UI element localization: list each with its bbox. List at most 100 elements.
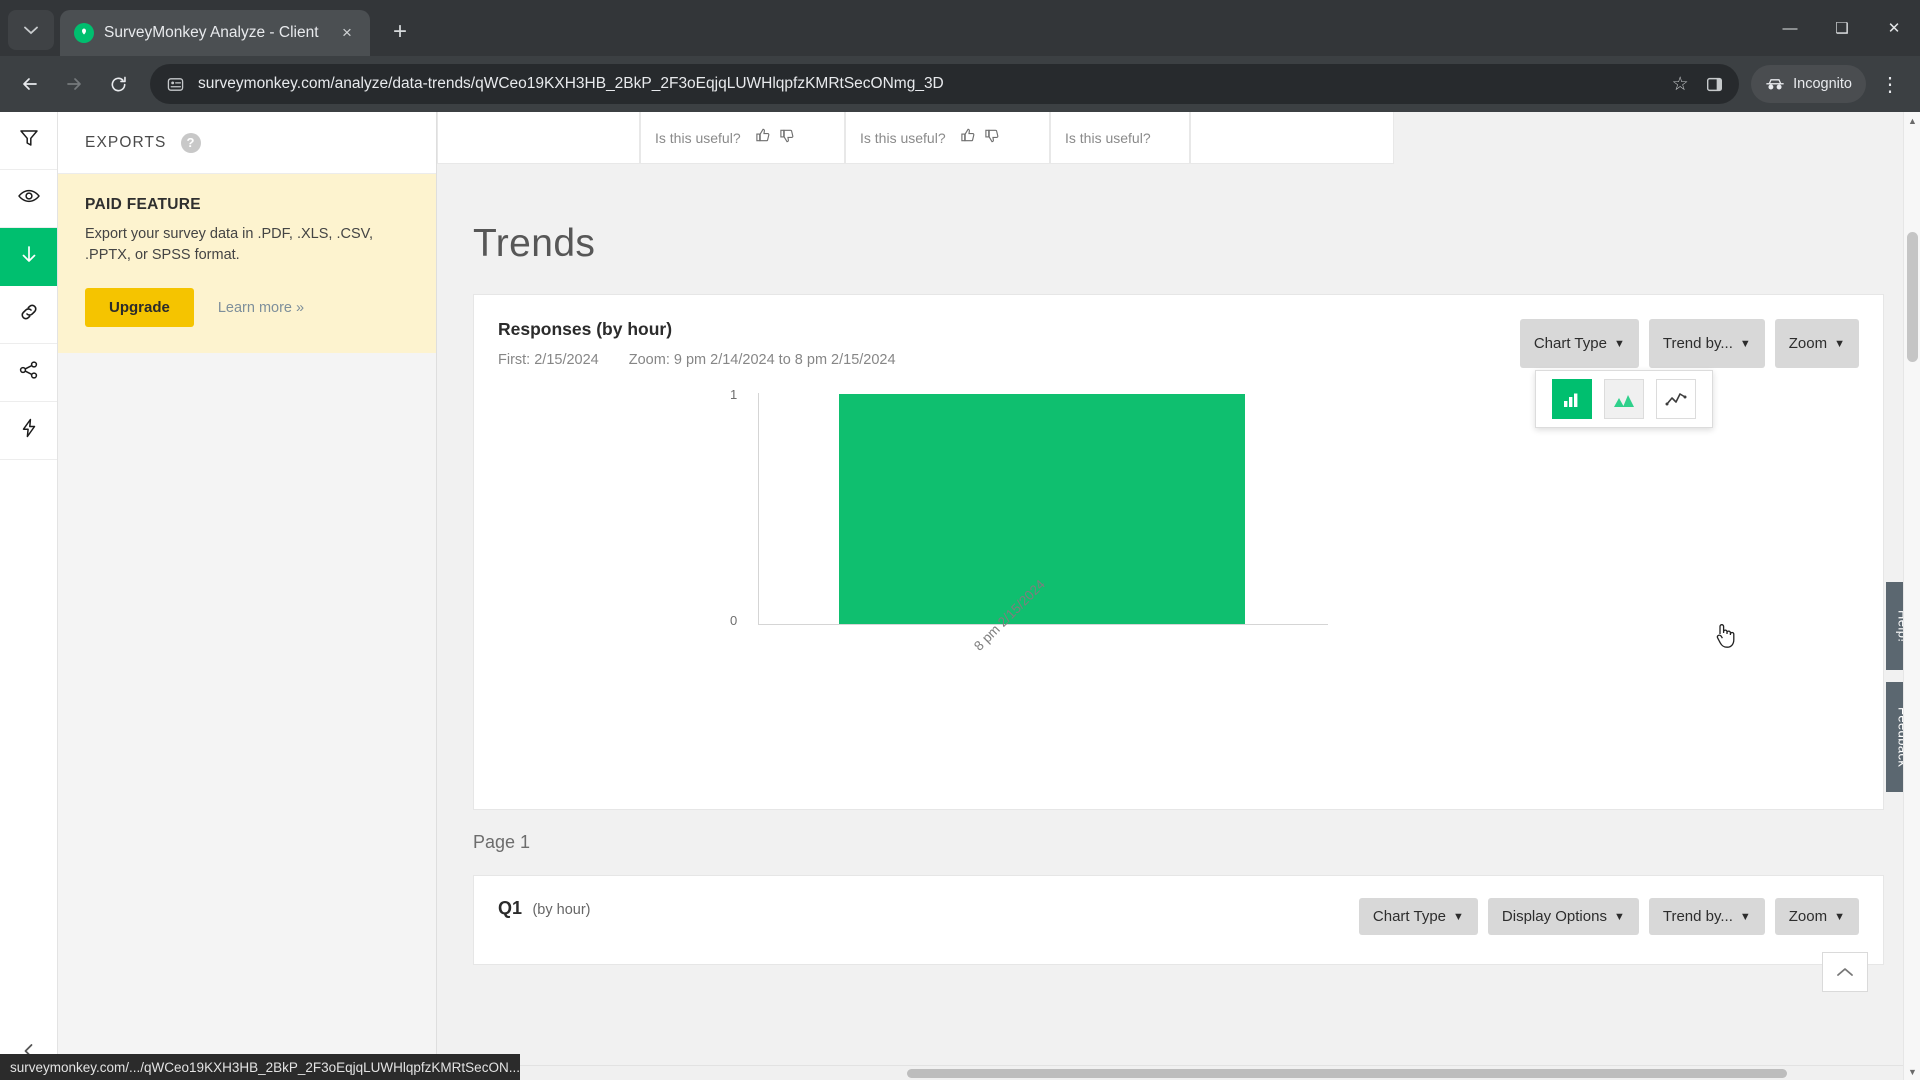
x-axis-line bbox=[758, 624, 1328, 625]
left-icon-rail bbox=[0, 112, 58, 1080]
y-axis-line bbox=[758, 393, 759, 624]
horizontal-scrollbar[interactable] bbox=[437, 1065, 1903, 1080]
rail-item-exports[interactable] bbox=[0, 228, 57, 286]
question-label: Q1 bbox=[498, 898, 523, 918]
chart-type-popup bbox=[1535, 370, 1713, 428]
chart-type-button[interactable]: Chart Type ▼ bbox=[1519, 319, 1639, 368]
main-content: Is this useful? Is this useful? Is this … bbox=[437, 112, 1920, 1080]
chart-first-label: First: 2/15/2024 bbox=[498, 352, 599, 368]
mouse-cursor-icon bbox=[1712, 621, 1738, 658]
incognito-icon bbox=[1766, 79, 1784, 90]
zoom-button[interactable]: Zoom ▼ bbox=[1774, 319, 1859, 368]
link-icon bbox=[18, 301, 40, 328]
chart-title: Responses (by hour) bbox=[498, 319, 673, 339]
question-chart-type-button[interactable]: Chart Type ▼ bbox=[1358, 898, 1478, 935]
incognito-indicator[interactable]: Incognito bbox=[1751, 65, 1866, 103]
question-zoom-label: Zoom bbox=[1788, 908, 1828, 925]
rail-item-filter[interactable] bbox=[0, 112, 57, 170]
useful-card: Is this useful? bbox=[1050, 112, 1190, 164]
chevron-down-icon: ▼ bbox=[1613, 337, 1625, 350]
chart-subtitle: First: 2/15/2024 Zoom: 9 pm 2/14/2024 to… bbox=[498, 352, 896, 368]
trends-chart-card: Responses (by hour) First: 2/15/2024 Zoo… bbox=[473, 294, 1884, 810]
chart-plot-area: 1 0 8 pm 2/15/2024 bbox=[474, 387, 1883, 809]
vertical-scrollbar[interactable]: ▲ ▼ bbox=[1903, 112, 1920, 1080]
chevron-down-icon: ▼ bbox=[1453, 910, 1464, 923]
panel-title: EXPORTS bbox=[85, 133, 167, 151]
site-settings-icon[interactable] bbox=[164, 73, 186, 95]
thumbs-up-icon[interactable] bbox=[960, 127, 977, 149]
upgrade-button[interactable]: Upgrade bbox=[85, 288, 194, 328]
thumbs-down-icon[interactable] bbox=[779, 127, 796, 149]
chevron-down-icon: ▼ bbox=[1834, 910, 1845, 923]
address-bar[interactable]: surveymonkey.com/analyze/data-trends/qWC… bbox=[150, 64, 1740, 104]
browser-tab[interactable]: SurveyMonkey Analyze - Client × bbox=[60, 10, 370, 56]
scroll-to-top-button[interactable] bbox=[1822, 952, 1868, 992]
horizontal-scroll-thumb[interactable] bbox=[907, 1069, 1787, 1078]
minimize-button[interactable]: — bbox=[1764, 0, 1816, 56]
exports-panel: EXPORTS ? PAID FEATURE Export your surve… bbox=[58, 112, 437, 1080]
useful-thumbs bbox=[755, 127, 796, 149]
reload-icon[interactable] bbox=[98, 64, 138, 104]
chart-type-option-line[interactable] bbox=[1656, 379, 1696, 419]
new-tab-button[interactable]: + bbox=[382, 14, 418, 50]
chart-type-option-area[interactable] bbox=[1604, 379, 1644, 419]
chart-controls: Chart Type ▼ Trend by... ▼ Zoom ▼ bbox=[1519, 319, 1859, 368]
side-panel-icon[interactable] bbox=[1703, 73, 1725, 95]
rail-item-integrations[interactable] bbox=[0, 402, 57, 460]
scroll-down-arrow-icon[interactable]: ▼ bbox=[1904, 1063, 1920, 1080]
question-display-options-button[interactable]: Display Options ▼ bbox=[1487, 898, 1639, 935]
useful-prompt: Is this useful? bbox=[1065, 129, 1151, 146]
eye-icon bbox=[17, 185, 41, 212]
rail-item-show-hide[interactable] bbox=[0, 170, 57, 228]
vertical-scroll-thumb[interactable] bbox=[1907, 232, 1918, 362]
forward-icon[interactable] bbox=[54, 64, 94, 104]
useful-card: Is this useful? bbox=[640, 112, 845, 164]
chart-type-label: Chart Type bbox=[1533, 335, 1607, 352]
page-title: Trends bbox=[473, 222, 596, 265]
url-text: surveymonkey.com/analyze/data-trends/qWC… bbox=[198, 75, 944, 92]
chart-card-header: Responses (by hour) First: 2/15/2024 Zoo… bbox=[474, 295, 1883, 368]
paid-feature-actions: Upgrade Learn more » bbox=[85, 288, 409, 328]
thumbs-up-icon[interactable] bbox=[755, 127, 772, 149]
trend-by-label: Trend by... bbox=[1662, 335, 1733, 352]
page-header: Trends bbox=[437, 164, 1920, 266]
is-this-useful-row: Is this useful? Is this useful? Is this … bbox=[437, 112, 1920, 164]
download-icon bbox=[18, 244, 40, 271]
trend-by-button[interactable]: Trend by... ▼ bbox=[1648, 319, 1765, 368]
learn-more-link[interactable]: Learn more » bbox=[218, 300, 304, 316]
maximize-button[interactable]: ❑ bbox=[1816, 0, 1868, 56]
panel-header: EXPORTS ? bbox=[58, 112, 436, 174]
filter-icon bbox=[18, 127, 40, 154]
chart-type-option-bar[interactable] bbox=[1552, 379, 1592, 419]
question-trend-by-button[interactable]: Trend by... ▼ bbox=[1648, 898, 1765, 935]
scroll-up-arrow-icon[interactable]: ▲ bbox=[1904, 112, 1920, 129]
useful-prompt: Is this useful? bbox=[860, 129, 946, 146]
chart-zoom-label: Zoom: 9 pm 2/14/2024 to 8 pm 2/15/2024 bbox=[628, 352, 896, 368]
page-viewport: EXPORTS ? PAID FEATURE Export your surve… bbox=[0, 112, 1920, 1080]
page-number-label: Page 1 bbox=[473, 832, 531, 852]
question-zoom-button[interactable]: Zoom ▼ bbox=[1774, 898, 1859, 935]
useful-card-tail bbox=[1190, 112, 1394, 164]
rail-spacer bbox=[0, 460, 57, 1022]
share-icon bbox=[18, 359, 40, 386]
rail-item-share-link[interactable] bbox=[0, 286, 57, 344]
useful-prompt: Is this useful? bbox=[655, 129, 741, 146]
back-icon[interactable] bbox=[10, 64, 50, 104]
thumbs-down-icon[interactable] bbox=[984, 127, 1001, 149]
incognito-label: Incognito bbox=[1793, 76, 1852, 92]
tab-search-button[interactable] bbox=[8, 10, 54, 50]
chevron-down-icon: ▼ bbox=[1613, 910, 1625, 923]
chevron-down-icon: ▼ bbox=[1739, 910, 1751, 923]
rail-item-share[interactable] bbox=[0, 344, 57, 402]
browser-menu-icon[interactable]: ⋮ bbox=[1870, 64, 1910, 104]
paid-feature-label: PAID FEATURE bbox=[85, 196, 201, 213]
question-sublabel: (by hour) bbox=[532, 902, 591, 918]
browser-window: SurveyMonkey Analyze - Client × + — ❑ ✕ … bbox=[0, 0, 1920, 1080]
paid-feature-card: PAID FEATURE Export your survey data in … bbox=[58, 174, 436, 354]
help-icon[interactable]: ? bbox=[180, 132, 201, 153]
close-icon[interactable]: × bbox=[334, 20, 360, 46]
window-close-button[interactable]: ✕ bbox=[1868, 0, 1920, 56]
chevron-up-icon bbox=[1837, 968, 1853, 976]
bookmark-star-icon[interactable]: ☆ bbox=[1669, 73, 1691, 95]
chart-card-titles: Responses (by hour) First: 2/15/2024 Zoo… bbox=[498, 319, 896, 368]
